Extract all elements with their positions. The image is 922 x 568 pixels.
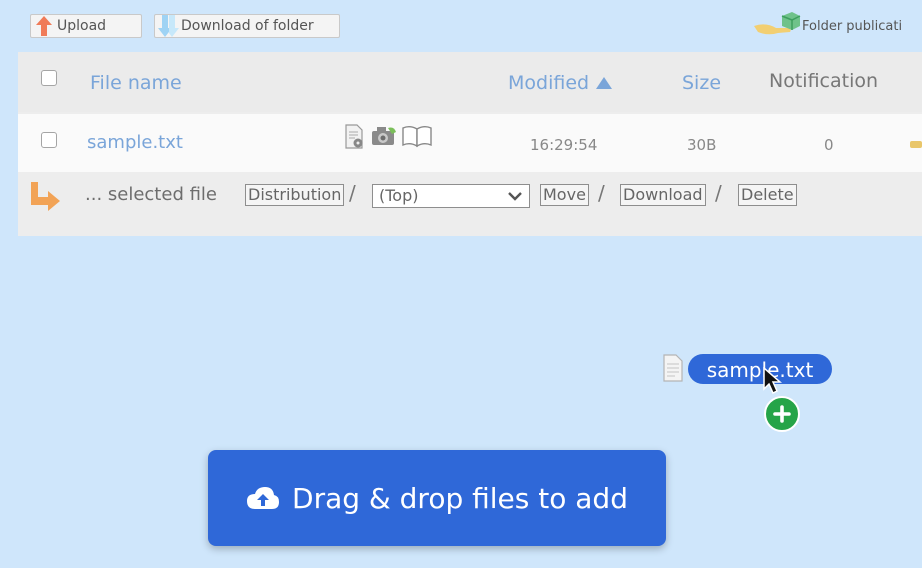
- drop-zone-label: Drag & drop files to add: [292, 481, 628, 515]
- size-cell: 30B: [687, 136, 717, 154]
- header-size[interactable]: Size: [682, 72, 721, 94]
- separator: /: [349, 181, 356, 205]
- destination-select[interactable]: (Top): [372, 184, 530, 208]
- notification-cell: 0: [824, 136, 834, 154]
- cloud-upload-icon: [247, 487, 280, 509]
- file-info-icon[interactable]: [343, 124, 367, 150]
- table-row[interactable]: sample.txt 16:29:54 30B 0: [18, 114, 922, 172]
- header-notification[interactable]: Notification: [769, 70, 878, 92]
- file-icon: [663, 354, 683, 382]
- triangle-up-icon: [596, 77, 613, 89]
- up-arrow-icon: [31, 14, 57, 38]
- book-icon[interactable]: [401, 124, 433, 148]
- upload-button[interactable]: Upload: [30, 14, 142, 38]
- down-arrow-icon: [155, 14, 181, 38]
- header-file-name[interactable]: File name: [90, 72, 182, 94]
- distribution-button[interactable]: Distribution: [245, 184, 345, 206]
- file-table: File name Modified Size Notification sam…: [18, 52, 922, 236]
- folder-publication-label: Folder publicati: [802, 18, 903, 34]
- table-header: File name Modified Size Notification: [18, 52, 922, 112]
- drop-zone-banner[interactable]: Drag & drop files to add: [208, 450, 666, 546]
- header-modified[interactable]: Modified: [508, 72, 613, 94]
- file-name-link[interactable]: sample.txt: [87, 132, 183, 153]
- header-modified-label: Modified: [508, 72, 590, 94]
- upload-label: Upload: [57, 18, 107, 34]
- hand-cube-icon: [752, 12, 802, 40]
- plus-icon: [764, 396, 800, 432]
- camera-icon[interactable]: [370, 124, 398, 148]
- download-folder-label: Download of folder: [181, 18, 314, 34]
- row-action-icons: [343, 124, 433, 150]
- separator: /: [598, 181, 605, 205]
- download-folder-button[interactable]: Download of folder: [154, 14, 340, 38]
- selected-file-actions: ... selected file Distribution / (Top) M…: [18, 176, 922, 212]
- dragged-file-label: sample.txt: [688, 354, 832, 384]
- folder-publication-button[interactable]: Folder publicati: [752, 12, 902, 40]
- select-all-checkbox[interactable]: [41, 70, 57, 86]
- file-manager-page: Upload Download of folder Folder publica…: [0, 0, 922, 568]
- folder-stub-icon: [910, 141, 922, 148]
- download-button[interactable]: Download: [620, 184, 706, 206]
- row-checkbox[interactable]: [41, 132, 57, 148]
- cursor-arrow-icon: [763, 367, 782, 395]
- selected-file-label: ... selected file: [85, 184, 218, 205]
- chevron-down-icon: [508, 192, 522, 201]
- corner-arrow-icon: [31, 182, 60, 211]
- toolbar: Upload Download of folder Folder publica…: [0, 0, 922, 50]
- separator: /: [715, 181, 722, 205]
- move-button[interactable]: Move: [540, 184, 589, 206]
- modified-cell: 16:29:54: [530, 136, 598, 154]
- destination-value: (Top): [379, 186, 419, 205]
- delete-button[interactable]: Delete: [738, 184, 797, 206]
